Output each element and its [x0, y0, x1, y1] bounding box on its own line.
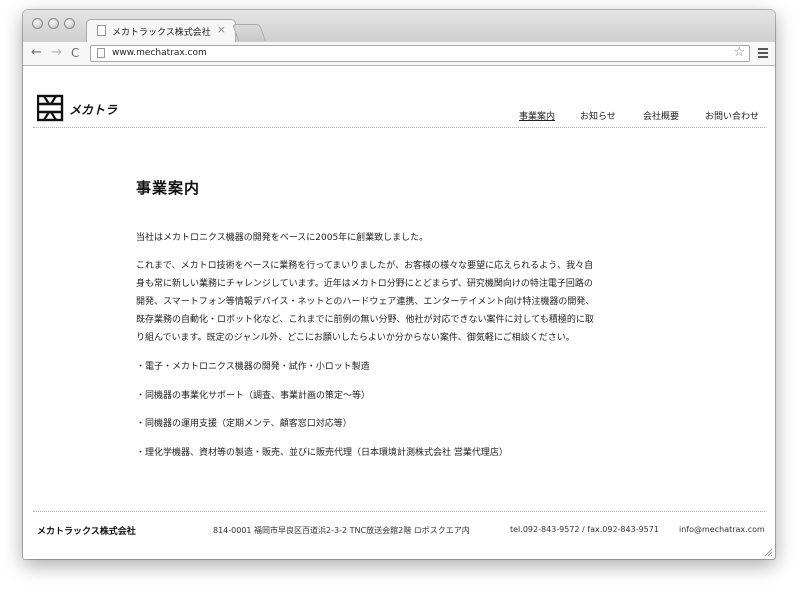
address-bar[interactable]: www.mechatrax.com ☆ [90, 45, 750, 62]
footer-phone: tel.092-843-9572 / fax.092-843-9571 [510, 525, 659, 534]
service-item: ・電子・メカトロニクス機器の開発・試作・小ロット製造 [136, 362, 370, 372]
footer-address: 814-0001 福岡市早良区百道浜2-3-2 TNC放送会館2階 ロボスクエア… [213, 526, 470, 535]
menu-icon[interactable] [758, 48, 768, 60]
zoom-window-button[interactable] [64, 18, 75, 29]
service-item: ・理化学機器、資材等の製造・販売、並びに販売代理（日本環境計測株式会社 営業代理… [136, 448, 508, 458]
site-logo[interactable]: メカトラ [36, 94, 137, 128]
back-icon[interactable]: ← [31, 45, 42, 61]
body-line: り組んでいます。既定のジャンル外、どこにお願いしたらよいか分からない案件、御気軽… [136, 333, 575, 343]
browser-window: メカトラックス株式会社 × ← → C www.mechatrax.com ☆ … [23, 10, 775, 559]
body-line: 身も常に新しい業務にチャレンジしています。近年はメカトロ分野にとどまらず、研究機… [136, 279, 593, 289]
service-item: ・同機器の事業化サポート（調査、事業計画の策定〜等） [136, 391, 371, 401]
intro-text: 当社はメカトロニクス機器の開発をベースに2005年に創業致しました。 [136, 233, 429, 243]
minimize-window-button[interactable] [48, 18, 59, 29]
header-divider [33, 127, 765, 128]
browser-tab[interactable]: メカトラックス株式会社 × [86, 19, 236, 43]
nav-link-news[interactable]: お知らせ [580, 109, 616, 122]
resize-grip-icon[interactable] [764, 548, 773, 557]
nav-link-contact[interactable]: お問い合わせ [705, 109, 759, 122]
tab-close-icon[interactable]: × [217, 23, 226, 36]
new-tab-button[interactable] [231, 24, 267, 41]
bookmark-star-icon[interactable]: ☆ [733, 45, 745, 60]
nav-link-business[interactable]: 事業案内 [519, 109, 555, 122]
footer-divider [33, 511, 765, 512]
web-page: メカトラ 事業案内 お知らせ 会社概要 お問い合わせ 事業案内 当社はメカトロニ… [23, 66, 775, 559]
footer-email[interactable]: info@mechatrax.com [679, 525, 765, 534]
browser-toolbar: ← → C www.mechatrax.com ☆ [23, 42, 775, 66]
service-item: ・同機器の運用支援（定期メンテ、顧客窓口対応等） [136, 419, 352, 429]
title-bar: メカトラックス株式会社 × [23, 10, 775, 43]
page-title: 事業案内 [136, 179, 201, 197]
close-window-button[interactable] [32, 18, 43, 29]
logo-text: メカトラ [69, 103, 118, 117]
page-icon [97, 25, 106, 36]
body-line: これまで、メカトロ技術をベースに業務を行ってまいりましたが、お客様の様々な要望に… [136, 261, 594, 271]
logo-mark-icon: メカトラ [36, 94, 118, 122]
body-line: 既存業務の自動化・ロボット化など、これまでに前例の無い分野、他社が対応できない案… [136, 315, 594, 325]
tab-title: メカトラックス株式会社 [112, 28, 211, 38]
url-text[interactable]: www.mechatrax.com [112, 48, 207, 58]
page-icon [97, 48, 105, 58]
nav-link-company[interactable]: 会社概要 [643, 109, 679, 122]
reload-icon[interactable]: C [71, 45, 79, 61]
forward-icon[interactable]: → [51, 45, 62, 61]
body-line: 開発、スマートフォン等情報デバイス・ネットとのハードウェア連携、エンターテイメン… [136, 297, 595, 307]
footer-company-name: メカトラックス株式会社 [37, 527, 136, 537]
